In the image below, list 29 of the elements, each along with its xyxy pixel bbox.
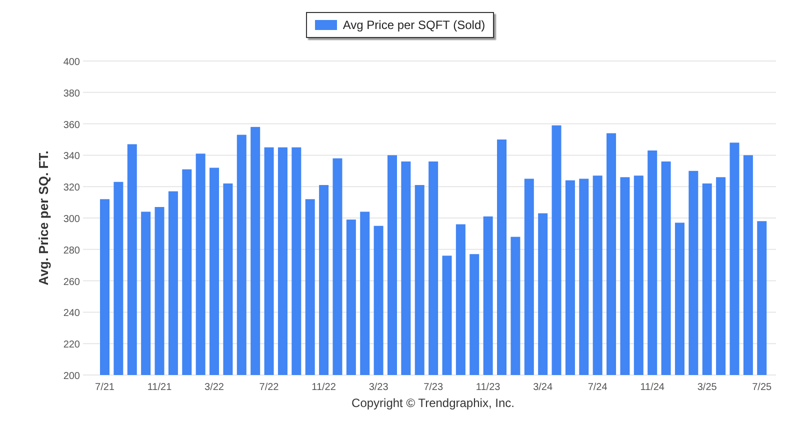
x-tick-label: 3/25: [697, 382, 717, 393]
x-tick-label: 11/23: [476, 382, 500, 393]
x-tick-label: 11/22: [312, 382, 336, 393]
legend-swatch-icon: [314, 20, 337, 30]
chart-legend[interactable]: Avg Price per SQFT (Sold): [306, 12, 494, 38]
y-axis-title: Avg. Price per SQ. FT.: [36, 150, 51, 286]
y-tick-label: 320: [63, 182, 80, 194]
x-tick-label: 3/22: [204, 382, 224, 393]
y-tick-label: 340: [63, 151, 80, 162]
y-tick-label: 260: [63, 276, 80, 288]
copyright-text: Copyright © Trendgraphix, Inc.: [352, 395, 514, 412]
legend-label: Avg Price per SQFT (Sold): [342, 17, 486, 34]
y-tick-label: 220: [63, 340, 80, 351]
y-tick-label: 280: [63, 245, 80, 256]
x-tick-label: 7/22: [259, 382, 279, 393]
y-tick-label: 240: [63, 308, 80, 320]
x-tick-label: 11/24: [640, 382, 664, 393]
y-tick-label: 300: [63, 214, 80, 225]
y-tick-label: 380: [63, 88, 80, 100]
x-tick-label: 7/21: [95, 382, 114, 393]
x-tick-label: 7/23: [424, 382, 444, 393]
y-tick-label: 400: [63, 57, 80, 68]
x-tick-label: 3/23: [368, 382, 388, 393]
x-tick-label: 11/21: [147, 382, 172, 393]
x-tick-label: 3/24: [533, 382, 553, 393]
y-tick-label: 360: [63, 120, 80, 131]
x-tick-label: 7/25: [752, 382, 772, 393]
x-tick-label: 7/24: [588, 382, 608, 393]
y-tick-label: 200: [63, 371, 80, 382]
